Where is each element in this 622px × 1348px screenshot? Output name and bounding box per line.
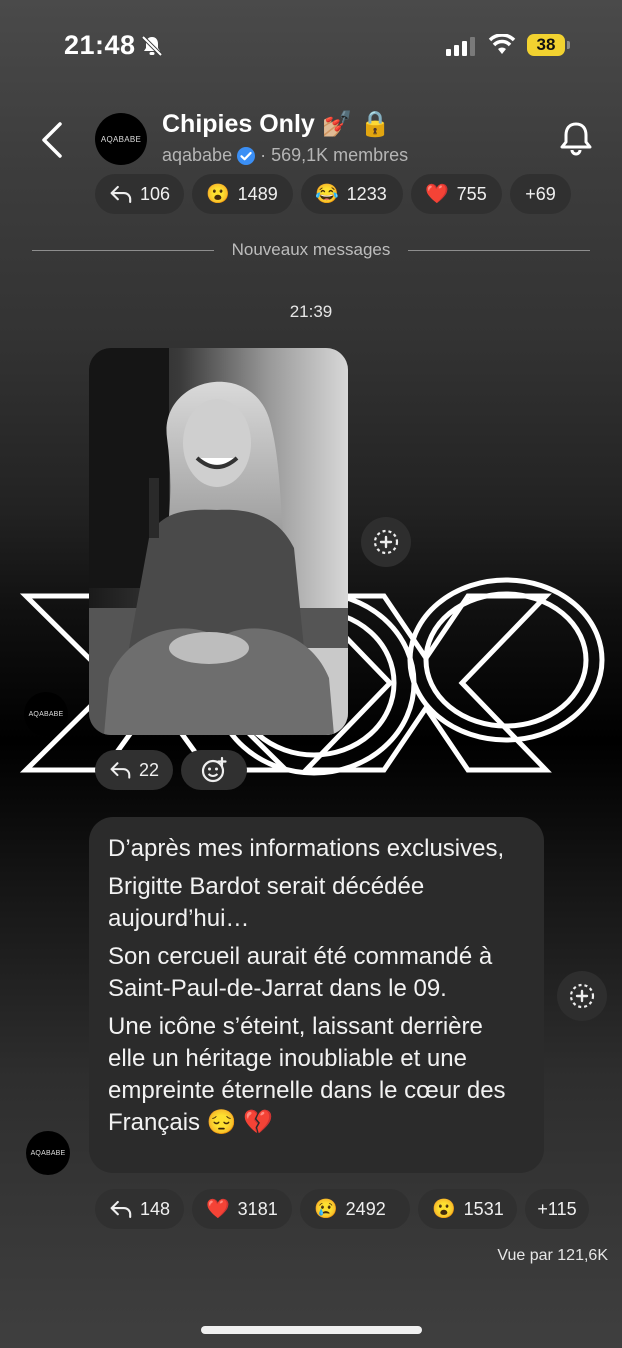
add-reaction-icon (201, 756, 227, 783)
channel-subtitle: aqababe · 569,1K membres (162, 145, 408, 166)
back-arrow-icon[interactable] (38, 120, 68, 160)
message-paragraph: Brigitte Bardot serait décédée aujourd’h… (108, 873, 425, 932)
message-paragraph: Une icône s’éteint, laissant derrière el… (108, 1013, 506, 1136)
channel-title[interactable]: Chipies Only 💅🏼 🔒 (162, 110, 391, 139)
more-reactions-label: +115 (537, 1198, 577, 1219)
share-button[interactable] (557, 971, 607, 1021)
reaction-count: 1489 (237, 183, 278, 204)
reaction-count: 755 (456, 183, 487, 204)
sender-avatar[interactable]: AQABABE (24, 692, 68, 736)
reply-count-chip[interactable]: 148 (95, 1189, 184, 1229)
bell-off-icon (141, 35, 163, 57)
reply-count-chip[interactable]: 106 (95, 174, 184, 214)
text-message-reactions: 148 ❤️ 3181 😢 2492 😮 1531 +115 (95, 1189, 589, 1229)
reaction-chip-heart[interactable]: ❤️ 3181 (192, 1189, 292, 1229)
reaction-chip-crying[interactable]: 😢 2492 (300, 1189, 410, 1229)
divider-line (408, 249, 591, 251)
reaction-count: 3181 (237, 1198, 278, 1219)
reaction-chip-heart[interactable]: ❤️ 755 (411, 174, 502, 214)
reply-count: 106 (139, 183, 170, 204)
reaction-count: 2492 (345, 1198, 386, 1219)
reply-count-chip[interactable]: 22 (95, 750, 173, 790)
share-button[interactable] (361, 517, 411, 567)
message-paragraph: Son cercueil aurait été commandé à Saint… (108, 943, 493, 1002)
divider-line (32, 249, 214, 251)
reaction-chip-surprised[interactable]: 😮 1531 (418, 1189, 517, 1229)
reply-count: 148 (139, 1198, 170, 1219)
verified-badge-icon (237, 146, 256, 165)
member-count: · 569,1K membres (260, 145, 409, 165)
more-reactions-chip[interactable]: +69 (510, 174, 571, 214)
reply-icon (110, 1200, 132, 1219)
share-icon (569, 983, 595, 1009)
view-count: Vue par 121,6K (497, 1247, 608, 1264)
reply-icon (110, 185, 132, 204)
sender-avatar[interactable]: AQABABE (26, 1131, 70, 1175)
reaction-chip-laughing[interactable]: 😂 1233 (301, 174, 403, 214)
crying-emoji-icon: 😢 (314, 1198, 338, 1220)
heart-emoji-icon: ❤️ (425, 183, 449, 205)
surprised-emoji-icon: 😮 (432, 1198, 456, 1220)
add-reaction-button[interactable] (181, 750, 247, 790)
wifi-icon (488, 34, 516, 54)
home-indicator[interactable] (201, 1326, 422, 1334)
photo-message-actions: 22 (95, 750, 247, 790)
more-reactions-label: +69 (525, 183, 556, 204)
bw-portrait-photo (89, 348, 348, 735)
message-paragraph: D’après mes informations exclusives, (108, 835, 505, 862)
reply-icon (110, 762, 131, 779)
channel-header: AQABABE Chipies Only 💅🏼 🔒 aqababe · 569,… (0, 100, 622, 180)
new-messages-divider: Nouveaux messages (32, 240, 591, 260)
heart-emoji-icon: ❤️ (206, 1198, 230, 1220)
reply-count: 22 (138, 759, 159, 780)
message-timestamp: 21:39 (289, 302, 333, 321)
surprised-emoji-icon: 😮 (206, 183, 230, 205)
status-bar: 21:48 38 (0, 0, 622, 90)
text-message-bubble[interactable]: D’après mes informations exclusives, Bri… (89, 817, 544, 1173)
photo-message[interactable] (89, 348, 348, 735)
cellular-signal-icon (446, 37, 475, 56)
battery-indicator: 38 (527, 34, 565, 56)
notification-bell-icon[interactable] (556, 118, 596, 158)
chat-screen: 21:48 38 AQABABE Chipies Only 💅🏼 🔒 aqaba… (0, 0, 622, 1348)
channel-handle: aqababe (162, 145, 233, 165)
previous-message-reactions: 106 😮 1489 😂 1233 ❤️ 755 +69 (95, 174, 571, 214)
reaction-chip-surprised[interactable]: 😮 1489 (192, 174, 293, 214)
battery-nub (567, 41, 570, 49)
reaction-count: 1531 (463, 1198, 504, 1219)
more-reactions-chip[interactable]: +115 (525, 1189, 589, 1229)
new-messages-label: Nouveaux messages (231, 240, 391, 259)
channel-avatar[interactable]: AQABABE (95, 113, 147, 165)
share-icon (373, 529, 399, 555)
reaction-count: 1233 (346, 183, 387, 204)
laughing-emoji-icon: 😂 (315, 183, 339, 205)
status-time: 21:48 (64, 30, 136, 60)
